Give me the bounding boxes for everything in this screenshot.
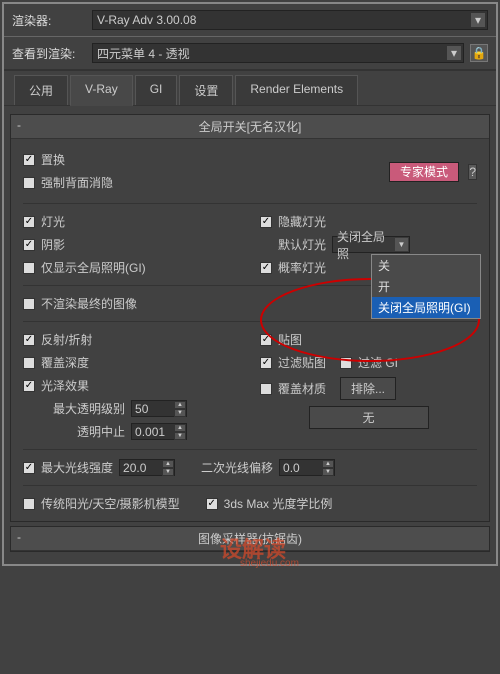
rollout-title: 全局开关[无名汉化] [199,120,302,134]
maps-checkbox[interactable] [260,334,272,346]
override-depth-label: 覆盖深度 [41,354,89,371]
dropdown-option-selected[interactable]: 关闭全局照明(GI) [372,297,480,318]
max-ray-checkbox[interactable] [23,462,35,474]
glossy-label: 光泽效果 [41,377,89,394]
rollout-header-global[interactable]: - 全局开关[无名汉化] [11,115,489,139]
rollout2-title: 图像采样器(抗锯齿) [198,532,302,546]
spin-up-icon[interactable]: ▲ [174,424,186,432]
filter-maps-label: 过滤贴图 [278,354,326,371]
transp-cutoff-input[interactable] [132,424,174,439]
max-transp-label: 最大透明级别 [53,400,125,417]
maps-label: 贴图 [278,331,302,348]
override-mtl-checkbox[interactable] [260,383,272,395]
max-transp-input[interactable] [132,401,174,416]
tabs: 公用 V-Ray GI 设置 Render Elements [4,71,496,106]
default-lights-label: 默认灯光 [278,236,326,253]
spin-up-icon[interactable]: ▲ [322,460,334,468]
default-lights-dropdown-open: 关 开 关闭全局照明(GI) [371,254,481,319]
expert-mode-button[interactable]: 专家模式 [389,162,459,182]
shadows-label: 阴影 [41,236,65,253]
view-value: 四元菜单 4 - 透视 [97,45,190,62]
hidden-lights-label: 隐藏灯光 [278,213,326,230]
displacement-checkbox[interactable] [23,154,35,166]
lights-checkbox[interactable] [23,216,35,228]
transp-cutoff-spinner[interactable]: ▲▼ [131,423,187,440]
no-render-final-checkbox[interactable] [23,298,35,310]
force-backface-label: 强制背面消隐 [41,174,113,191]
tab-vray[interactable]: V-Ray [70,75,133,106]
spin-down-icon[interactable]: ▼ [174,409,186,417]
sec-ray-input[interactable] [280,460,322,475]
tab-gi[interactable]: GI [135,75,178,105]
show-gi-only-label: 仅显示全局照明(GI) [41,259,146,276]
reflect-refract-checkbox[interactable] [23,334,35,346]
chevron-down-icon: ▼ [395,238,408,251]
renderer-label: 渲染器: [12,12,92,29]
tab-settings[interactable]: 设置 [179,75,233,105]
sec-ray-spinner[interactable]: ▲▼ [279,459,335,476]
spin-up-icon[interactable]: ▲ [174,401,186,409]
transp-cutoff-label: 透明中止 [77,423,125,440]
glossy-checkbox[interactable] [23,380,35,392]
no-render-final-label: 不渲染最终的图像 [41,295,137,312]
collapse-icon: - [17,530,21,544]
rollout-header-sampler[interactable]: - 图像采样器(抗锯齿) [11,527,489,551]
reflect-refract-label: 反射/折射 [41,331,92,348]
spin-down-icon[interactable]: ▼ [162,468,174,476]
override-mtl-label: 覆盖材质 [278,380,326,397]
lights-label: 灯光 [41,213,65,230]
default-lights-select[interactable]: 关闭全局照▼ [332,236,410,253]
chevron-down-icon: ▾ [471,13,485,27]
spin-up-icon[interactable]: ▲ [162,460,174,468]
chevron-down-icon: ▾ [447,46,461,60]
shadows-checkbox[interactable] [23,239,35,251]
renderer-value: V-Ray Adv 3.00.08 [97,13,196,27]
filter-gi-checkbox[interactable] [340,357,352,369]
filter-maps-checkbox[interactable] [260,357,272,369]
max-ray-spinner[interactable]: ▲▼ [119,459,175,476]
view-label: 查看到渲染: [12,45,92,62]
none-button[interactable]: 无 [309,406,429,429]
exclude-button[interactable]: 排除... [340,377,396,400]
dropdown-option[interactable]: 开 [372,276,480,297]
show-gi-only-checkbox[interactable] [23,262,35,274]
collapse-icon: - [17,118,21,132]
override-depth-checkbox[interactable] [23,357,35,369]
max-photometric-checkbox[interactable] [206,498,218,510]
filter-gi-label: 过滤 GI [358,354,398,371]
tab-common[interactable]: 公用 [14,75,68,105]
prob-lights-checkbox[interactable] [260,262,272,274]
spin-down-icon[interactable]: ▼ [174,432,186,440]
force-backface-checkbox[interactable] [23,177,35,189]
view-dropdown[interactable]: 四元菜单 4 - 透视 ▾ [92,43,464,63]
displacement-label: 置换 [41,151,65,168]
legacy-checkbox[interactable] [23,498,35,510]
hidden-lights-checkbox[interactable] [260,216,272,228]
max-ray-label: 最大光线强度 [41,459,113,476]
max-ray-input[interactable] [120,460,162,475]
legacy-label: 传统阳光/天空/摄影机模型 [41,495,180,512]
prob-lights-label: 概率灯光 [278,259,326,276]
max-photometric-label: 3ds Max 光度学比例 [224,495,333,512]
lock-icon[interactable]: 🔒 [470,44,488,62]
tab-render-elements[interactable]: Render Elements [235,75,358,105]
dropdown-option[interactable]: 关 [372,255,480,276]
spin-down-icon[interactable]: ▼ [322,468,334,476]
help-button[interactable]: ? [468,164,477,180]
max-transp-spinner[interactable]: ▲▼ [131,400,187,417]
renderer-dropdown[interactable]: V-Ray Adv 3.00.08 ▾ [92,10,488,30]
sec-ray-label: 二次光线偏移 [201,459,273,476]
